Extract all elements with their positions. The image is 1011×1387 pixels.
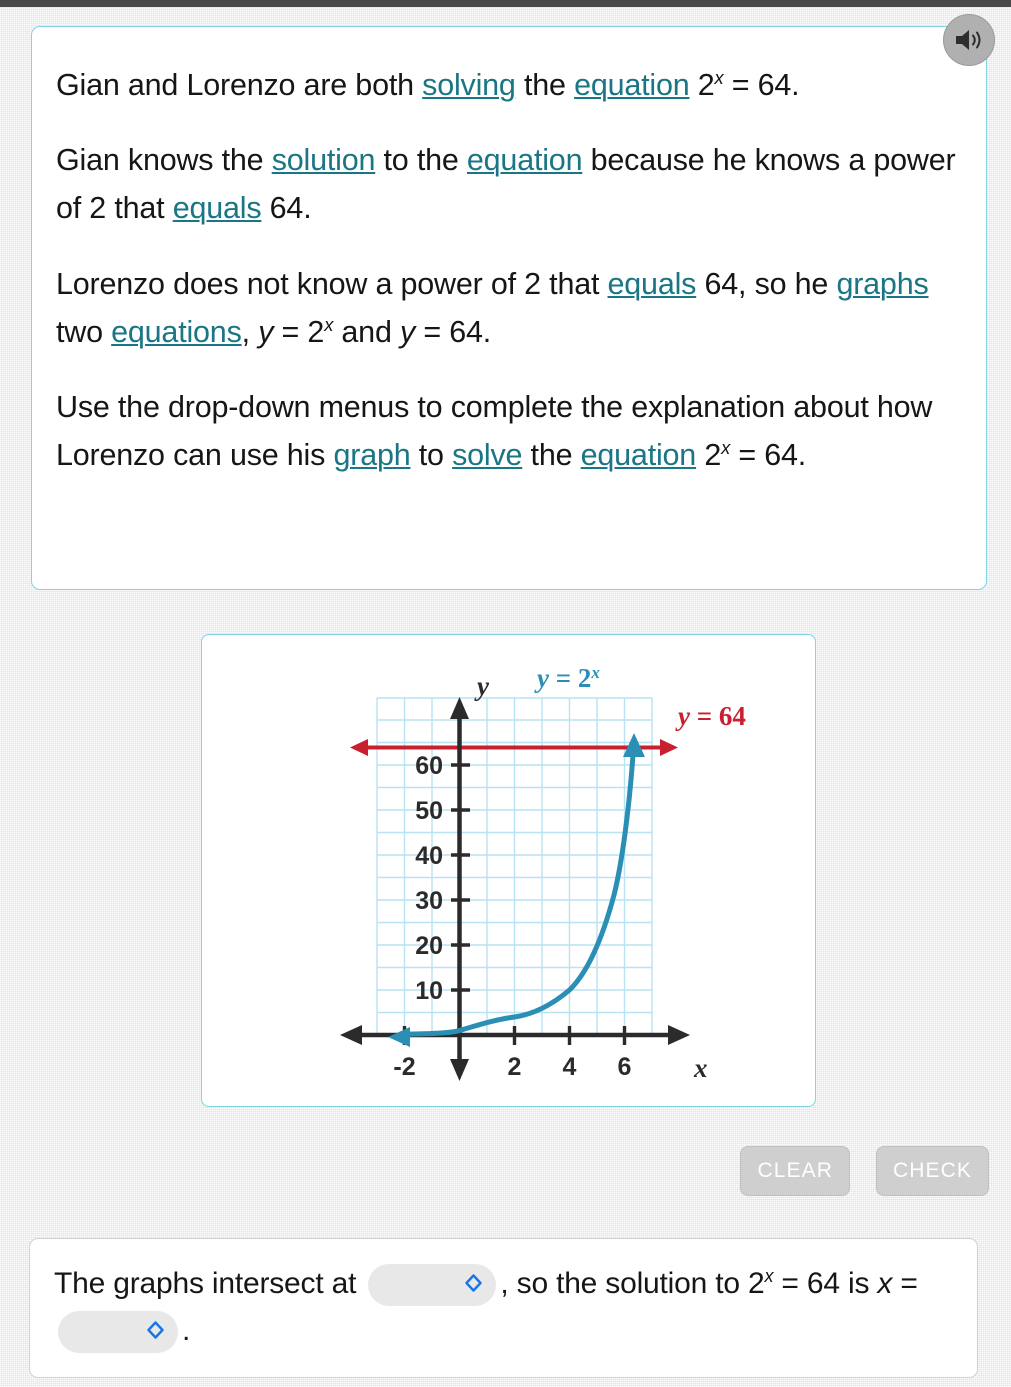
annotation-y-equals-64: y = 64 [675, 701, 746, 731]
glossary-link-equals[interactable]: equals [608, 267, 697, 301]
dropdown-intersection-point[interactable] [368, 1264, 497, 1307]
glossary-link-equals[interactable]: equals [173, 191, 262, 225]
y-tick-label-50: 50 [415, 797, 443, 825]
prompt-paragraph-4: Use the drop-down menus to complete the … [56, 383, 956, 479]
x-tick-label-4: 4 [563, 1053, 577, 1081]
text-run: Gian and Lorenzo are both [56, 68, 423, 102]
glossary-link-equation[interactable]: equation [467, 143, 583, 177]
y-tick-label-30: 30 [415, 887, 443, 915]
clear-button[interactable]: CLEAR [740, 1146, 850, 1196]
y-axis [450, 697, 469, 1081]
question-prompt-card: Gian and Lorenzo are both solving the eq… [31, 26, 987, 590]
y-tick-label-10: 10 [415, 977, 443, 1005]
math-variable: y [258, 314, 274, 349]
glossary-link-equation[interactable]: equation [581, 438, 697, 472]
text-run: Lorenzo does not know a power of 2 that [56, 266, 608, 301]
text-run: to [410, 438, 453, 473]
prompt-paragraph-2: Gian knows the solution to the equation … [56, 136, 956, 232]
dropdown-solution-value[interactable] [58, 1310, 178, 1353]
answer-mid-sup: x [764, 1266, 774, 1286]
y-tick-label-60: 60 [415, 752, 443, 780]
speaker-button[interactable] [943, 14, 995, 66]
glossary-link-solution[interactable]: solution [272, 143, 376, 177]
x-tick-label-neg2: -2 [393, 1053, 415, 1081]
answer-period: . [182, 1313, 191, 1347]
glossary-link-equations[interactable]: equations [111, 315, 242, 349]
text-run: the [515, 68, 575, 102]
text-run: = 64. [415, 314, 492, 349]
text-run: = 2 [273, 314, 325, 349]
speaker-icon [956, 30, 981, 50]
y-axis-label: y [474, 671, 490, 701]
text-run: 2 [696, 438, 722, 473]
text-run: 64. [261, 191, 312, 226]
x-tick-label-2: 2 [508, 1053, 522, 1081]
graph-figure-card: 10 20 30 40 50 60 -2 2 4 6 y x y = 2x y … [201, 634, 816, 1107]
answer-equals: = [892, 1267, 918, 1300]
exponent: x [324, 313, 334, 335]
app-top-bar [0, 0, 1011, 7]
text-run: Gian knows the [56, 143, 272, 178]
text-run: = 64. [730, 438, 807, 473]
answer-mid-text-a: , so the solution to 2 [500, 1267, 765, 1300]
y-tick-label-40: 40 [415, 842, 443, 870]
glossary-link-solving[interactable]: solving [422, 68, 516, 102]
coordinate-graph: 10 20 30 40 50 60 -2 2 4 6 y x y = 2x y … [340, 663, 746, 1083]
answer-response-panel: The graphs intersect at , so the solutio… [29, 1238, 978, 1378]
text-run: , [241, 314, 259, 349]
math-variable: y [399, 314, 416, 349]
glossary-link-equation[interactable]: equation [574, 68, 690, 102]
glossary-link-graph[interactable]: graph [333, 438, 410, 472]
prompt-paragraph-1: Gian and Lorenzo are both solving the eq… [56, 61, 956, 109]
action-button-row: CLEAR CHECK [740, 1146, 989, 1196]
glossary-link-graphs[interactable]: graphs [836, 267, 928, 301]
x-tick-label-6: 6 [618, 1053, 632, 1081]
answer-lead-text: The graphs intersect at [54, 1267, 357, 1300]
check-button[interactable]: CHECK [875, 1146, 989, 1196]
chevron-updown-icon [147, 1321, 164, 1339]
text-run: and [333, 314, 400, 349]
text-run: to the [375, 143, 467, 178]
text-run: the [522, 438, 581, 473]
text-run: two [56, 314, 112, 349]
glossary-link-solve[interactable]: solve [452, 438, 522, 472]
prompt-paragraph-3: Lorenzo does not know a power of 2 that … [56, 260, 956, 356]
text-run: 2 [689, 68, 715, 102]
answer-mid-text-b: = 64 is [773, 1267, 878, 1300]
text-run: 64, so he [696, 266, 837, 301]
text-run: = 64. [723, 68, 800, 102]
exponent: x [721, 436, 731, 458]
chevron-updown-icon [465, 1274, 483, 1292]
answer-sentence: The graphs intersect at , so the solutio… [54, 1261, 953, 1355]
answer-var-x: x [877, 1267, 893, 1300]
annotation-y-equals-2x: y = 2x [534, 663, 600, 693]
exponent: x [714, 66, 724, 88]
x-axis-label: x [693, 1053, 708, 1083]
y-tick-label-20: 20 [415, 932, 443, 960]
